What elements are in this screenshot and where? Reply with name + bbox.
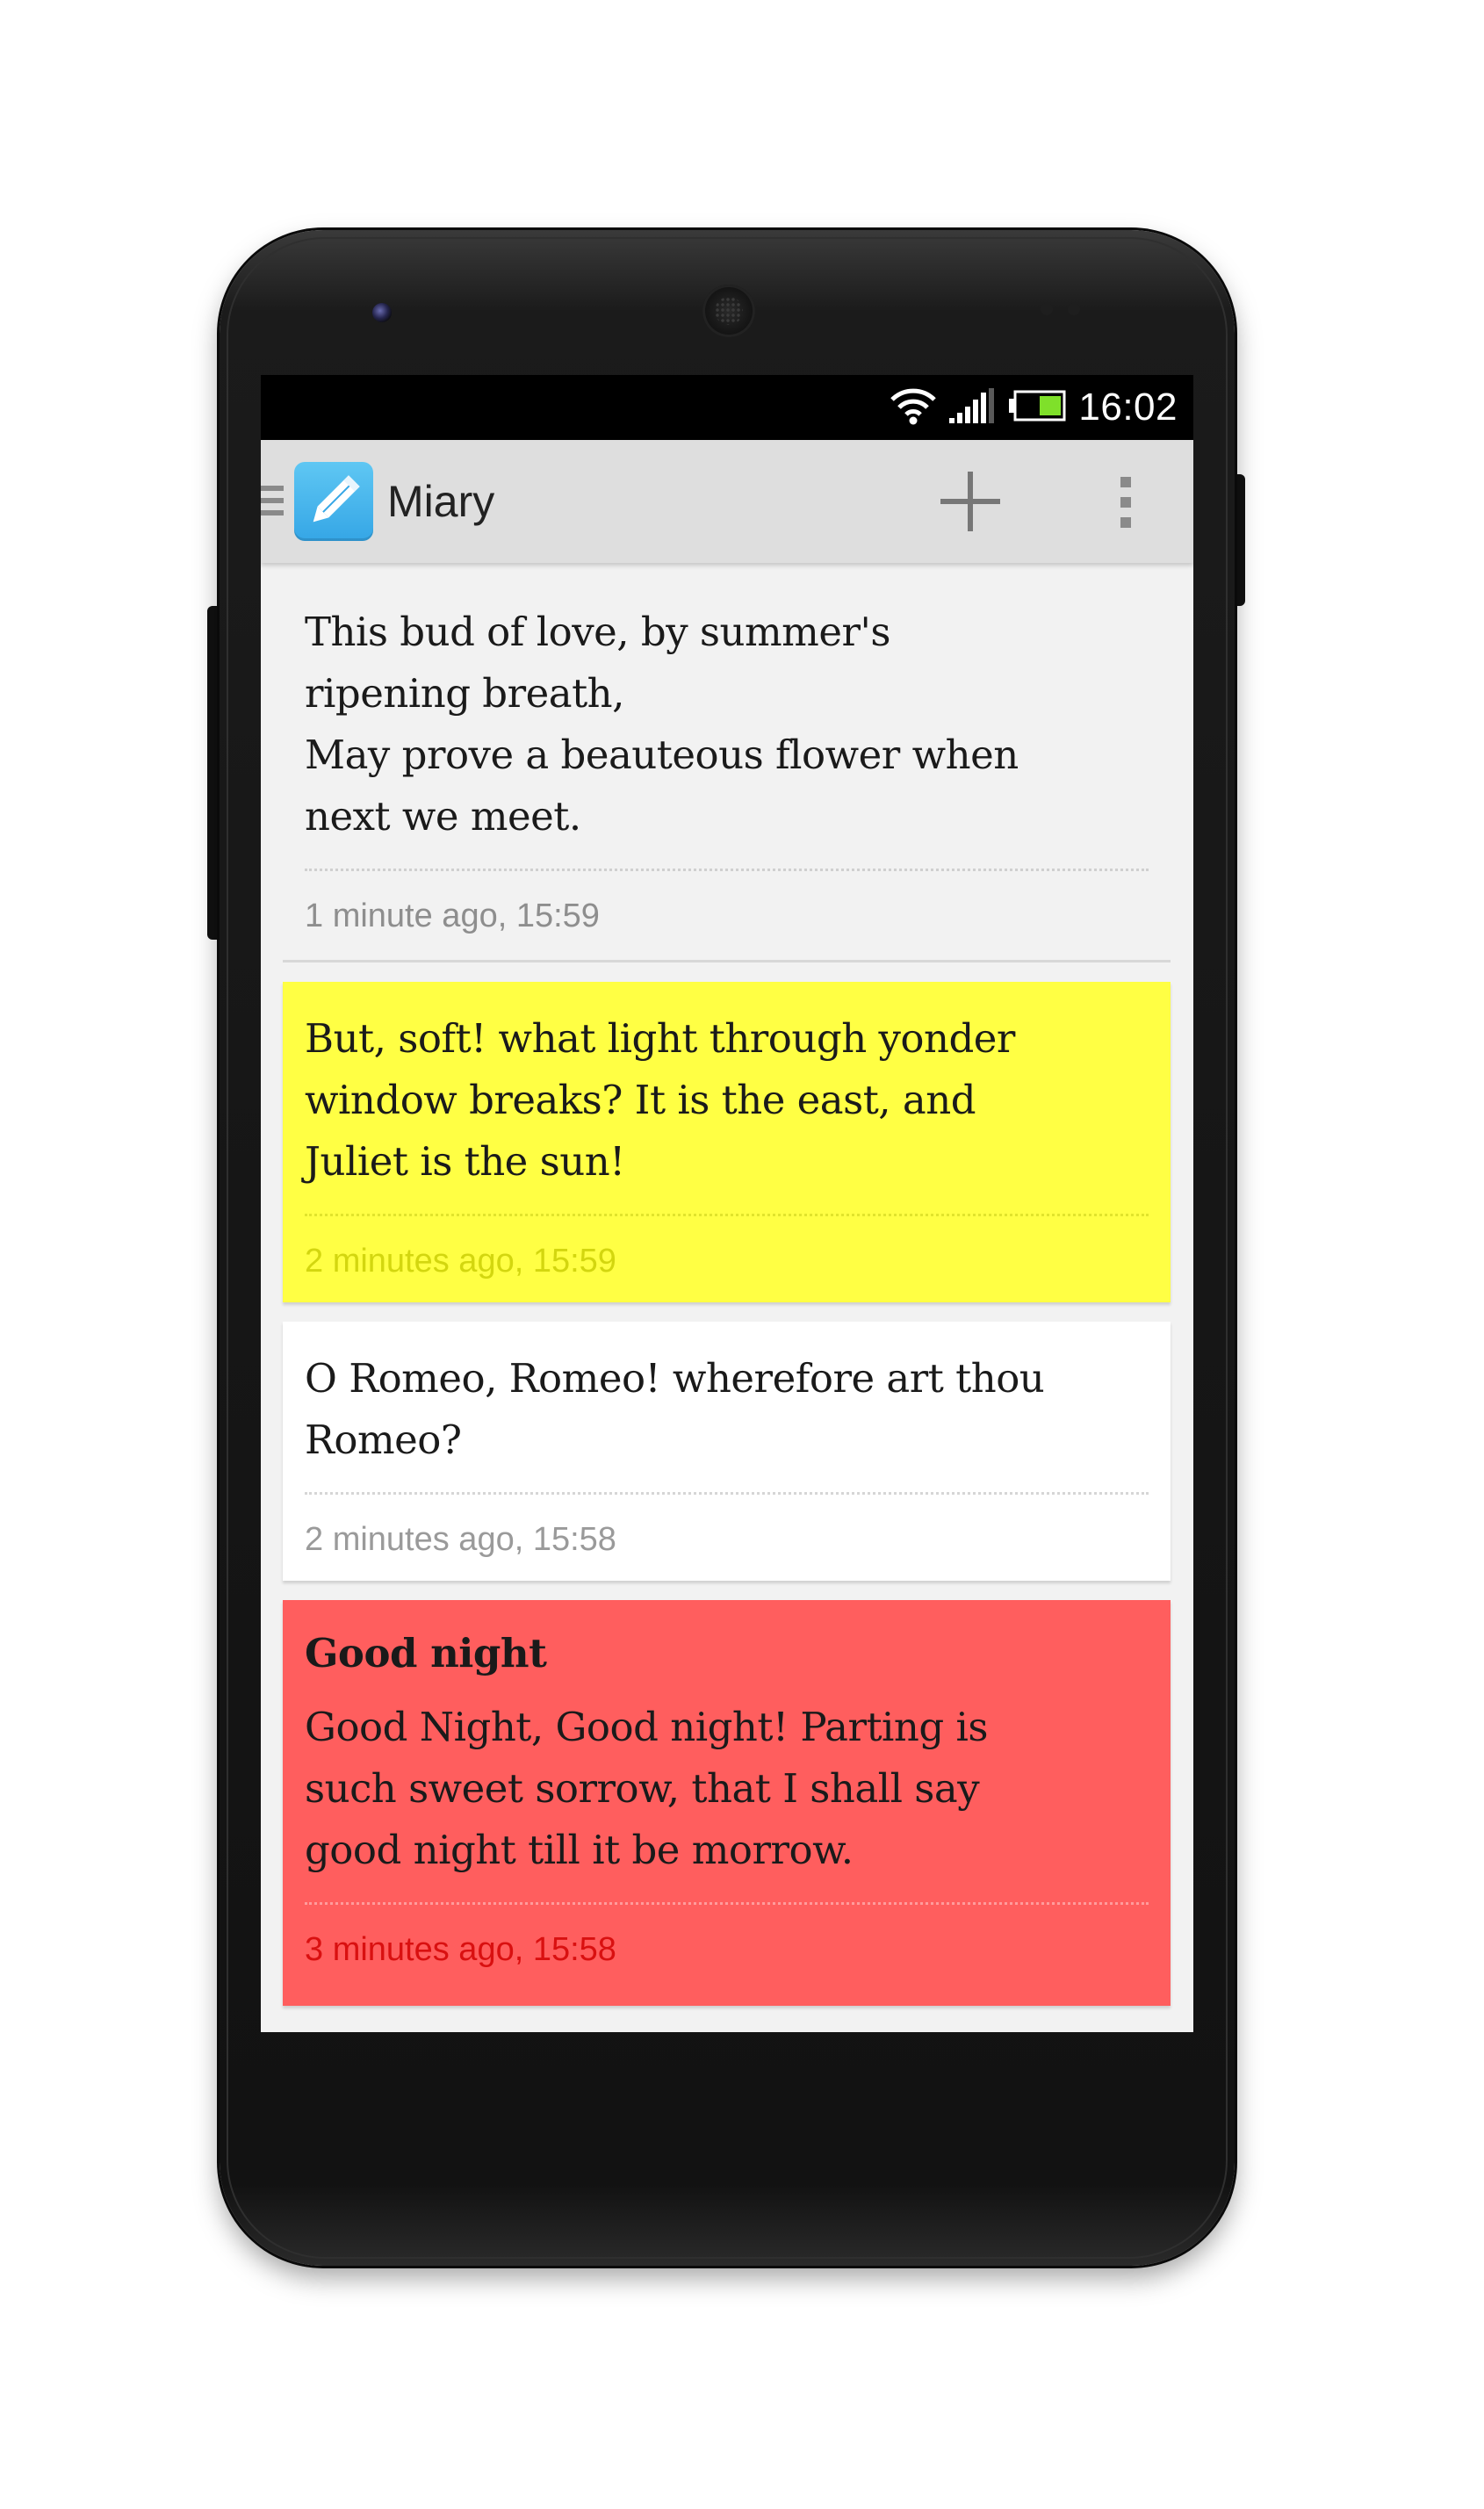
front-camera <box>372 303 392 322</box>
drawer-indicator-icon[interactable] <box>261 486 287 521</box>
note-card[interactable]: This bud of love, by summer's ripening b… <box>283 563 1171 963</box>
note-body: This bud of love, by summer's ripening b… <box>305 609 1019 840</box>
note-timestamp: 2 minutes ago, 15:58 <box>305 1521 616 1558</box>
note-list: This bud of love, by summer's ripening b… <box>283 563 1171 2006</box>
note-body: O Romeo, Romeo! wherefore art thou Romeo… <box>305 1355 1045 1463</box>
light-sensor <box>1068 303 1080 315</box>
phone-screen: 16:02 Miary This bud of love, by summer'… <box>261 375 1193 2032</box>
power-button <box>1233 474 1245 606</box>
app-title: Miary <box>387 477 495 526</box>
note-card[interactable]: O Romeo, Romeo! wherefore art thou Romeo… <box>283 1322 1171 1581</box>
status-clock: 16:02 <box>1078 386 1178 429</box>
note-card[interactable]: But, soft! what light through yonder win… <box>283 982 1171 1302</box>
note-timestamp: 1 minute ago, 15:59 <box>305 898 600 934</box>
battery-icon <box>1008 390 1066 426</box>
overflow-menu-icon[interactable] <box>1113 472 1139 533</box>
volume-button <box>207 606 220 940</box>
wifi-icon <box>890 386 937 430</box>
action-bar: Miary <box>261 440 1193 563</box>
status-bar: 16:02 <box>261 375 1193 440</box>
signal-icon <box>948 386 996 429</box>
note-timestamp: 3 minutes ago, 15:58 <box>305 1931 616 1968</box>
note-body: Good Night, Good night! Parting is such … <box>305 1704 989 1873</box>
pencil-icon[interactable] <box>294 462 373 541</box>
note-timestamp: 2 minutes ago, 15:59 <box>305 1243 616 1280</box>
earpiece-speaker <box>702 285 755 337</box>
note-body: But, soft! what light through yonder win… <box>305 1015 1015 1185</box>
plus-icon[interactable] <box>937 468 1004 535</box>
note-card[interactable]: Good night Good Night, Good night! Parti… <box>283 1600 1171 2006</box>
proximity-sensor <box>1041 303 1053 315</box>
note-title: Good night <box>305 1630 547 1676</box>
